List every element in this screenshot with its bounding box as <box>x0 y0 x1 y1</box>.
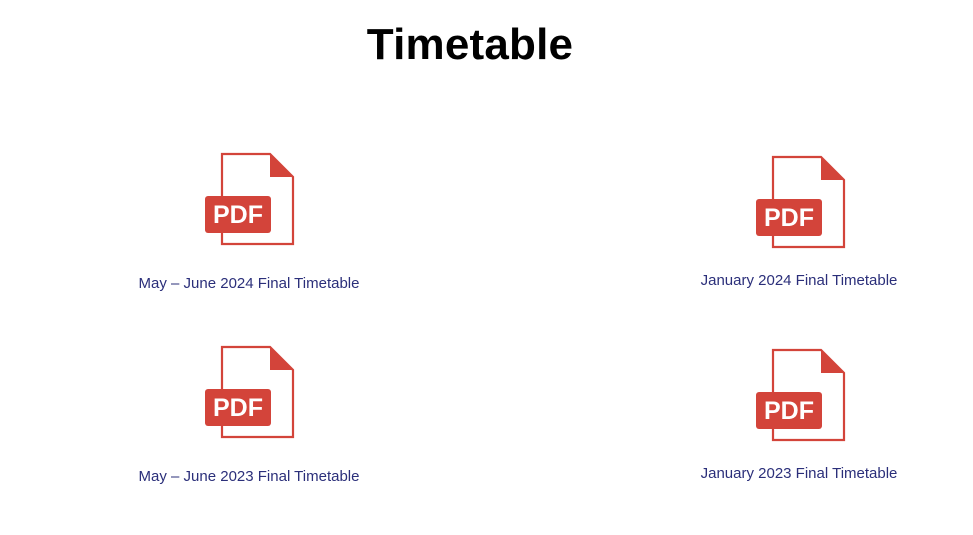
pdf-badge-text: PDF <box>213 394 263 422</box>
pdf-file-icon: PDF <box>756 155 846 249</box>
page-title: Timetable <box>366 20 574 69</box>
pdf-file-icon: PDF <box>205 152 295 246</box>
file-link-may-june-2023[interactable]: PDF May – June 2023 Final Timetable <box>99 345 399 505</box>
pdf-badge-text: PDF <box>213 201 263 229</box>
file-link-label: May – June 2023 Final Timetable <box>138 468 360 485</box>
pdf-badge-text: PDF <box>764 204 814 232</box>
pdf-file-icon: PDF <box>756 348 846 442</box>
pdf-badge-text: PDF <box>764 397 814 425</box>
file-link-label: January 2023 Final Timetable <box>700 465 898 482</box>
file-link-label: January 2024 Final Timetable <box>700 272 898 289</box>
pdf-file-icon: PDF <box>205 345 295 439</box>
file-link-january-2023[interactable]: PDF January 2023 Final Timetable <box>649 348 949 508</box>
file-link-may-june-2024[interactable]: PDF May – June 2024 Final Timetable <box>99 152 399 312</box>
file-link-january-2024[interactable]: PDF January 2024 Final Timetable <box>649 155 949 315</box>
file-link-label: May – June 2024 Final Timetable <box>138 275 360 292</box>
